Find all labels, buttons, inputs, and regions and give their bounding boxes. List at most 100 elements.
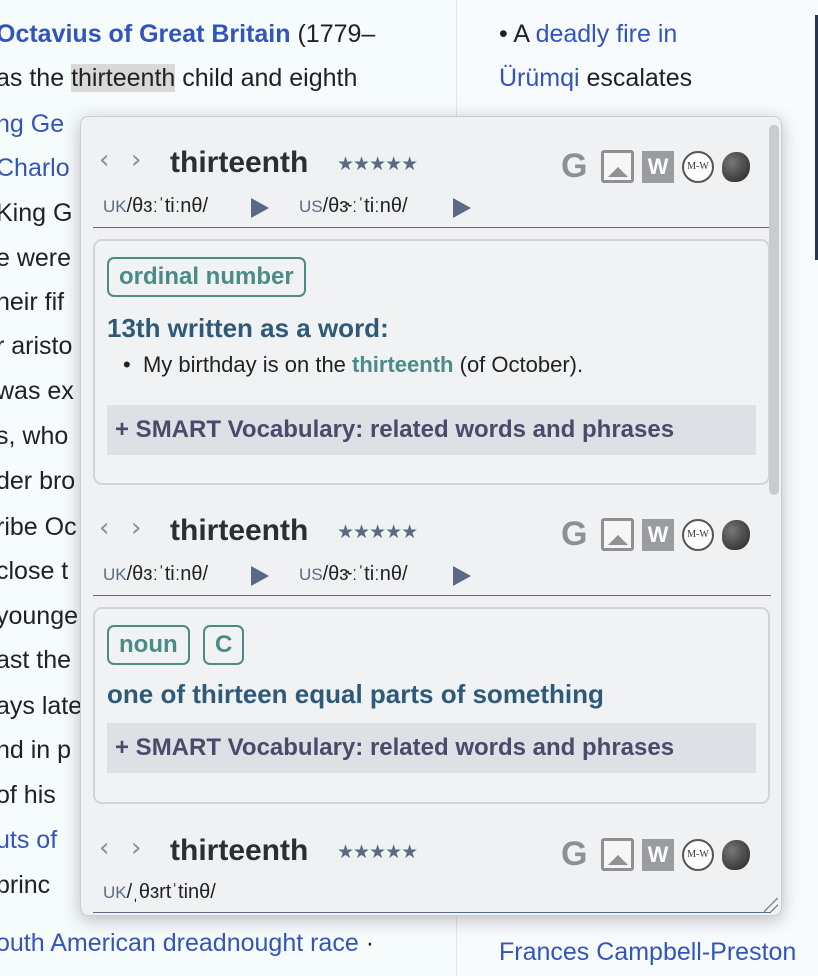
us-ipa: /θɝːˈtiːnθ/ bbox=[322, 563, 408, 585]
article-line: der bro bbox=[0, 466, 75, 496]
article-line: s, who bbox=[0, 421, 68, 451]
article-line: Charlo bbox=[0, 153, 70, 183]
google-icon[interactable]: G bbox=[561, 515, 593, 554]
resize-grip-icon[interactable] bbox=[764, 898, 778, 912]
image-search-icon[interactable] bbox=[601, 150, 634, 183]
source-icons: G W M-W bbox=[561, 147, 750, 186]
smart-vocabulary-button[interactable]: + SMART Vocabulary: related words and ph… bbox=[107, 405, 756, 455]
uk-ipa: /θɜːˈtiːnθ/ bbox=[126, 563, 209, 585]
article-text: escalates bbox=[579, 64, 693, 92]
google-icon[interactable]: G bbox=[561, 835, 593, 874]
article-line: r aristo bbox=[0, 331, 72, 361]
google-icon[interactable]: G bbox=[561, 147, 593, 186]
article-link[interactable]: Frances Campbell-Preston bbox=[499, 938, 796, 966]
uk-pronunciation: UK/ˌθɜrtˈtinθ/ bbox=[103, 881, 216, 904]
article-text: s, who bbox=[0, 422, 69, 450]
smart-vocabulary-button[interactable]: + SMART Vocabulary: related words and ph… bbox=[107, 723, 756, 773]
forward-button[interactable]: › bbox=[131, 145, 141, 175]
article-line: e were bbox=[0, 243, 71, 273]
article-line: heir fif bbox=[0, 287, 64, 317]
article-text: r aristo bbox=[0, 332, 73, 360]
headword: thirteenth bbox=[170, 834, 309, 867]
image-search-icon[interactable] bbox=[601, 518, 634, 551]
forward-button[interactable]: › bbox=[131, 513, 141, 543]
article-link[interactable]: ng Ge bbox=[0, 110, 64, 138]
article-link[interactable]: uts of bbox=[0, 826, 57, 854]
article-text: close t bbox=[0, 557, 69, 585]
example-text: My birthday is on the bbox=[142, 352, 353, 377]
frequency-stars: ★★★★★ bbox=[337, 154, 418, 175]
article-line: princ bbox=[0, 870, 50, 900]
wikipedia-icon[interactable]: W bbox=[642, 838, 674, 871]
source-icons: G W M-W bbox=[561, 515, 750, 554]
article-line: outh American dreadnought race · bbox=[0, 928, 374, 958]
us-ipa: /θɝːˈtiːnθ/ bbox=[322, 195, 408, 217]
definition-card: ordinal number 13th written as a word: •… bbox=[93, 239, 770, 485]
divider bbox=[93, 595, 771, 596]
divider bbox=[93, 227, 771, 228]
article-line: King G bbox=[0, 198, 72, 228]
play-uk-audio-icon[interactable] bbox=[251, 198, 269, 218]
article-text: King G bbox=[0, 199, 73, 227]
definition: 13th written as a word: bbox=[107, 313, 389, 343]
dark-dictionary-icon[interactable] bbox=[722, 519, 750, 550]
scrollbar-thumb[interactable] bbox=[769, 125, 779, 495]
article-text: e were bbox=[0, 244, 72, 272]
article-line: ribe Oc bbox=[0, 512, 77, 542]
merriam-webster-icon[interactable]: M-W bbox=[682, 838, 714, 871]
divider bbox=[93, 912, 771, 913]
article-link[interactable]: Ürümqi bbox=[499, 64, 580, 92]
dark-dictionary-icon[interactable] bbox=[722, 839, 750, 870]
image-search-icon[interactable] bbox=[601, 838, 634, 871]
article-line: • A deadly fire in bbox=[499, 19, 677, 49]
back-button[interactable]: ‹ bbox=[99, 513, 109, 543]
article-text: heir fif bbox=[0, 288, 65, 316]
article-link[interactable]: outh American dreadnought race bbox=[0, 929, 359, 957]
us-label: US bbox=[299, 197, 323, 216]
uk-pronunciation: UK/θɜːˈtiːnθ/ bbox=[103, 195, 208, 218]
example-text: (of October). bbox=[453, 352, 584, 377]
back-button[interactable]: ‹ bbox=[99, 833, 109, 863]
frequency-stars: ★★★★★ bbox=[337, 522, 418, 543]
forward-button[interactable]: › bbox=[131, 833, 141, 863]
article-line: younge bbox=[0, 601, 78, 631]
article-link[interactable]: deadly fire in bbox=[536, 20, 678, 48]
play-uk-audio-icon[interactable] bbox=[251, 566, 269, 586]
article-text: ribe Oc bbox=[0, 513, 77, 541]
dictionary-popup: ‹ › thirteenth ★★★★★ G W M-W UK/θɜːˈtiːn… bbox=[80, 116, 782, 916]
merriam-webster-icon[interactable]: M-W bbox=[682, 518, 714, 551]
pos-tag: ordinal number bbox=[107, 257, 306, 297]
grammar-tag: C bbox=[203, 625, 245, 665]
play-us-audio-icon[interactable] bbox=[453, 566, 471, 586]
uk-ipa: /ˌθɜrtˈtinθ/ bbox=[126, 881, 216, 903]
us-pronunciation: US/θɝːˈtiːnθ/ bbox=[299, 195, 408, 218]
article-text: • A bbox=[499, 20, 536, 48]
article-link[interactable]: Octavius of Great Britain bbox=[0, 20, 291, 48]
definition-card: noun C one of thirteen equal parts of so… bbox=[93, 607, 770, 804]
wikipedia-icon[interactable]: W bbox=[642, 150, 674, 183]
article-line: as the thirteenth child and eighth bbox=[0, 63, 357, 93]
example-sentence: • My birthday is on the thirteenth (of O… bbox=[123, 352, 584, 377]
article-line: ays late bbox=[0, 691, 82, 721]
wikipedia-icon[interactable]: W bbox=[642, 518, 674, 551]
us-label: US bbox=[299, 565, 323, 584]
article-text: nd in p bbox=[0, 736, 72, 764]
article-line: ast the bbox=[0, 645, 71, 675]
pos-tag: noun bbox=[107, 625, 190, 665]
article-text: (1779– bbox=[290, 20, 376, 48]
back-button[interactable]: ‹ bbox=[99, 145, 109, 175]
uk-ipa: /θɜːˈtiːnθ/ bbox=[126, 195, 209, 217]
dark-dictionary-icon[interactable] bbox=[722, 151, 750, 182]
article-line: Ürümqi escalates bbox=[499, 63, 692, 93]
article-link[interactable]: Charlo bbox=[0, 154, 70, 182]
play-us-audio-icon[interactable] bbox=[453, 198, 471, 218]
source-icons: G W M-W bbox=[561, 835, 750, 874]
uk-label: UK bbox=[103, 565, 127, 584]
merriam-webster-icon[interactable]: M-W bbox=[682, 150, 714, 183]
article-line: Frances Campbell-Preston bbox=[499, 937, 796, 967]
article-text: of his bbox=[0, 781, 56, 809]
article-line: uts of bbox=[0, 825, 57, 855]
example-keyword: thirteenth bbox=[352, 352, 454, 377]
article-text: ays late bbox=[0, 692, 83, 720]
article-text: ast the bbox=[0, 646, 72, 674]
